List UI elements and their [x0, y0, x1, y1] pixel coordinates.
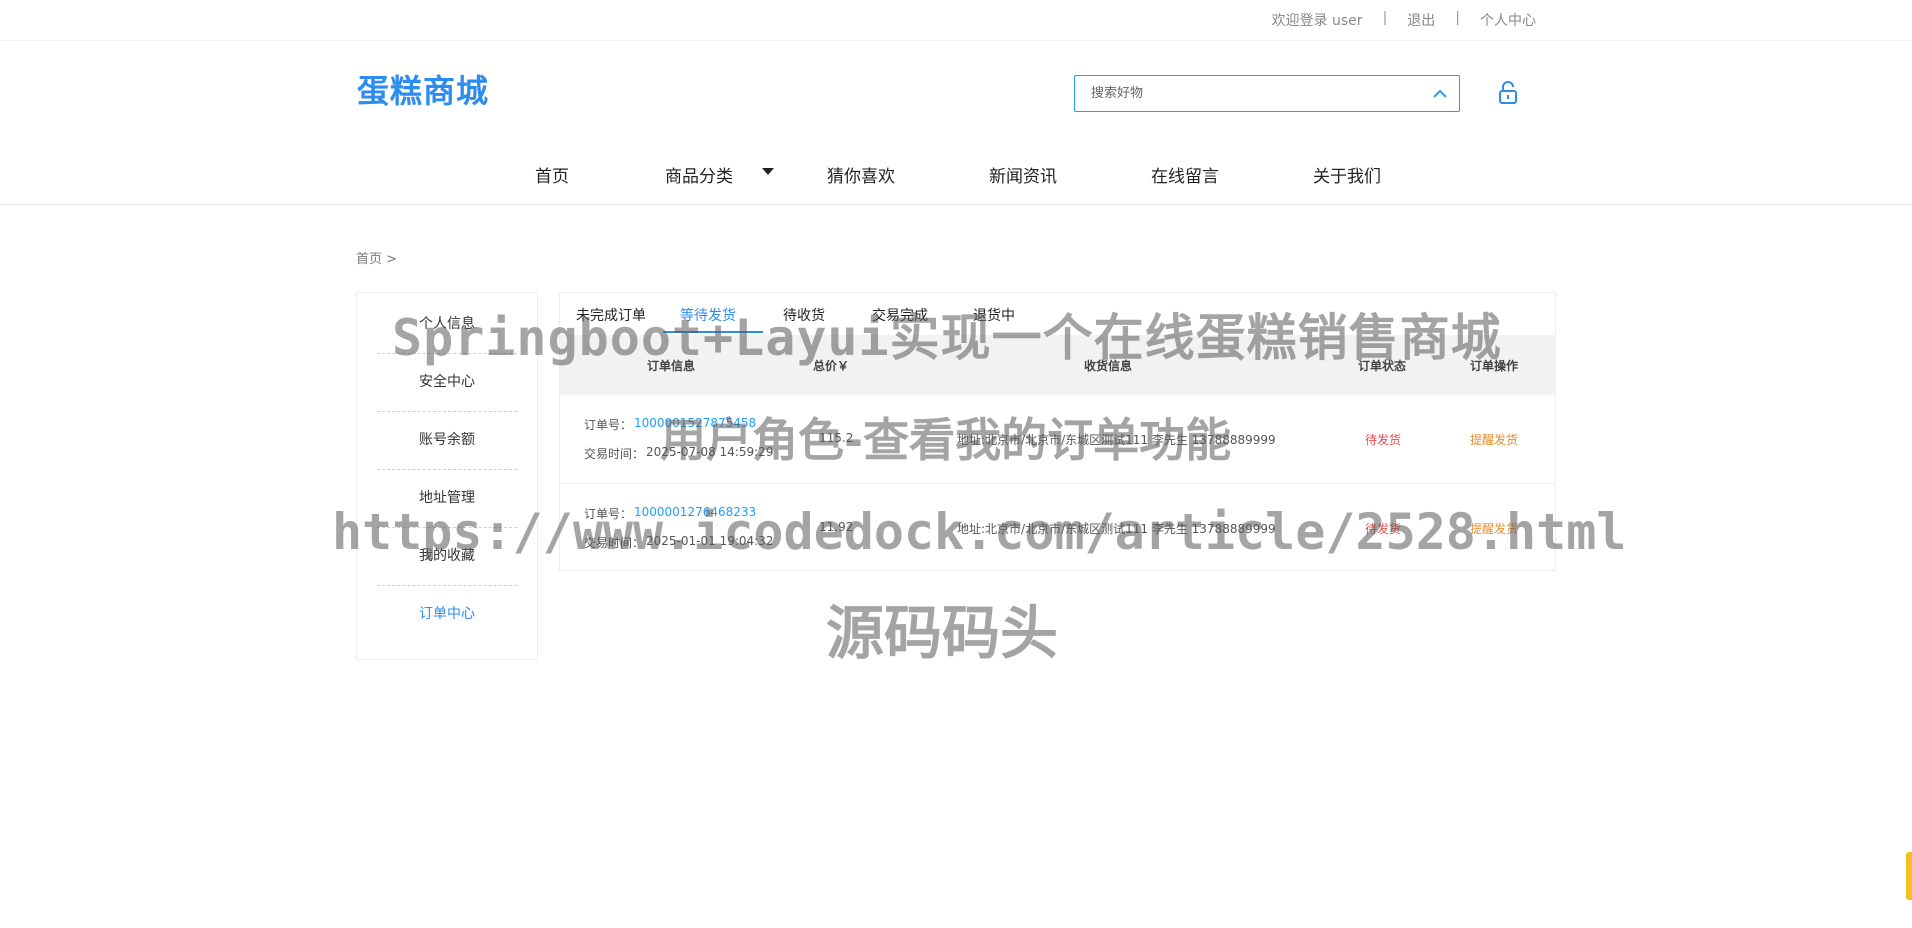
- watermark-url: https://www.icodedock.com/article/2528.h…: [332, 503, 1627, 561]
- order-label: 订单号：: [584, 418, 633, 432]
- nav-news[interactable]: 新闻资讯: [989, 162, 1057, 187]
- search-input[interactable]: [1089, 85, 1413, 102]
- logout-link[interactable]: 退出: [1407, 10, 1435, 30]
- watermark-subtitle: 用户角色-查看我的订单功能: [660, 413, 1232, 467]
- side-float-tab[interactable]: [1906, 852, 1912, 900]
- nav-categories[interactable]: 商品分类: [665, 162, 733, 187]
- sidebar-item-balance[interactable]: 账号余额: [377, 411, 517, 470]
- top-links: 欢迎登录 user | 退出 | 个人中心: [1272, 10, 1536, 30]
- nav-recommend[interactable]: 猜你喜欢: [827, 162, 895, 187]
- main-nav: 首页 商品分类 猜你喜欢 新闻资讯 在线留言 关于我们: [0, 152, 1912, 205]
- watermark-brand: 源码码头: [826, 599, 1059, 667]
- profile-link[interactable]: 个人中心: [1480, 10, 1536, 30]
- separator: |: [1455, 10, 1460, 26]
- sidebar-item-orders[interactable]: 订单中心: [377, 585, 517, 643]
- time-label: 交易时间：: [584, 447, 645, 461]
- chevron-up-icon[interactable]: [1431, 85, 1449, 103]
- status-badge: 待发货: [1365, 433, 1402, 447]
- caret-down-icon[interactable]: [762, 168, 774, 175]
- welcome-text: 欢迎登录 user: [1271, 13, 1363, 29]
- nav-about[interactable]: 关于我们: [1313, 162, 1381, 187]
- top-bar: 欢迎登录 user | 退出 | 个人中心: [0, 0, 1912, 41]
- watermark-title: Springboot+Layui实现一个在线蛋糕销售商城: [392, 309, 1502, 367]
- breadcrumb[interactable]: 首页 >: [356, 248, 397, 267]
- separator: |: [1382, 10, 1388, 26]
- nav-home[interactable]: 首页: [535, 162, 569, 187]
- site-logo[interactable]: 蛋糕商城: [357, 66, 489, 112]
- remind-ship-button[interactable]: 提醒发货: [1470, 431, 1518, 448]
- nav-message[interactable]: 在线留言: [1151, 162, 1219, 187]
- search-box: [1074, 75, 1460, 112]
- lock-icon[interactable]: [1497, 81, 1519, 105]
